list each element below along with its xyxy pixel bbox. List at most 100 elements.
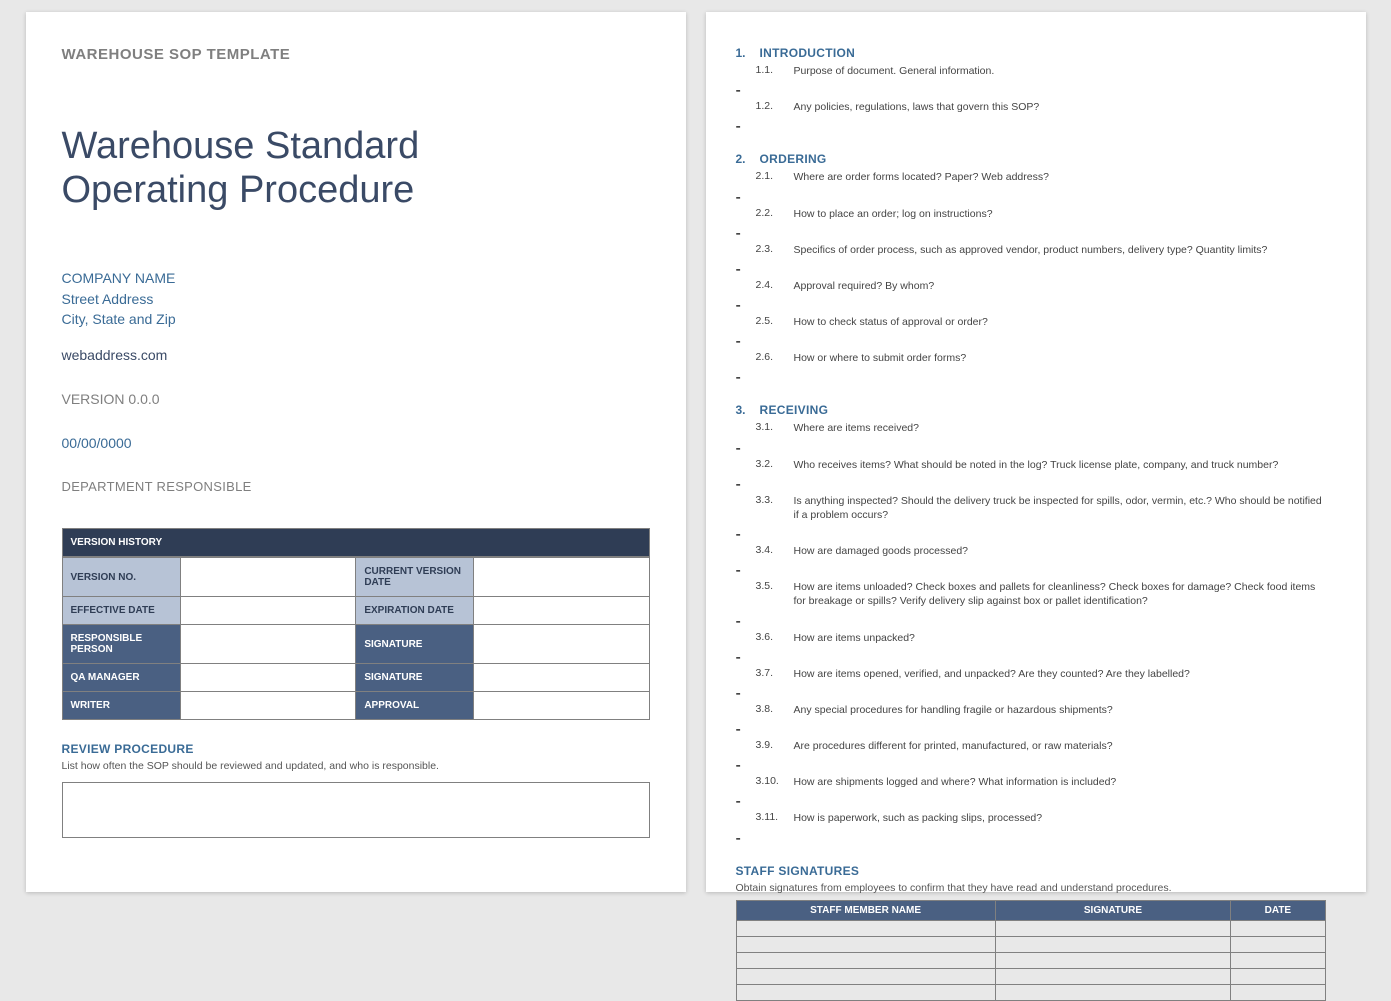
toc-item-num: 3.11. — [756, 811, 784, 823]
toc-item-num: 2.4. — [756, 279, 784, 291]
toc-item: 3.2. Who receives items? What should be n… — [736, 458, 1326, 472]
toc-item-num: 3.2. — [756, 458, 784, 470]
toc-item: 3.11.How is paperwork, such as packing s… — [736, 811, 1326, 825]
review-box[interactable] — [62, 782, 650, 838]
toc-item-num: 3.1. — [756, 421, 784, 433]
table-of-contents: 1.INTRODUCTION1.1.Purpose of document. G… — [736, 46, 1326, 848]
staff-heading: STAFF SIGNATURES — [736, 864, 1326, 878]
vhist-label: QA MANAGER — [62, 664, 180, 692]
toc-item: 3.10.How are shipments logged and where?… — [736, 775, 1326, 789]
staff-cell-date[interactable] — [1231, 968, 1325, 984]
toc-item-text: Any policies, regulations, laws that gov… — [794, 100, 1040, 114]
staff-col-signature: SIGNATURE — [995, 900, 1231, 920]
toc-item-num: 3.5. — [756, 580, 784, 592]
toc-item: 3.3.Is anything inspected? Should the de… — [736, 494, 1326, 522]
toc-section: 1.INTRODUCTION1.1.Purpose of document. G… — [736, 46, 1326, 136]
vhist-header: VERSION HISTORY — [62, 529, 649, 557]
company-city: City, State and Zip — [62, 309, 650, 329]
staff-cell-signature[interactable] — [995, 952, 1231, 968]
staff-cell-name[interactable] — [736, 968, 995, 984]
vhist-value[interactable] — [180, 558, 356, 597]
vhist-label: RESPONSIBLE PERSON — [62, 625, 180, 664]
vhist-value[interactable] — [473, 597, 649, 625]
toc-item-dash: - — [736, 721, 1326, 739]
toc-item-dash: - — [736, 118, 1326, 136]
vhist-label: CURRENT VERSION DATE — [356, 558, 473, 597]
staff-cell-name[interactable] — [736, 984, 995, 1000]
toc-item-text: Where are order forms located? Paper? We… — [794, 170, 1049, 184]
toc-item: 1.2.Any policies, regulations, laws that… — [736, 100, 1326, 114]
date-label: 00/00/0000 — [62, 435, 650, 451]
toc-item: 2.1. Where are order forms located? Paper… — [736, 170, 1326, 184]
staff-cell-date[interactable] — [1231, 952, 1325, 968]
toc-item-dash: - — [736, 757, 1326, 775]
template-heading: WAREHOUSE SOP TEMPLATE — [62, 46, 650, 63]
toc-item: 3.7.How are items opened, verified, and … — [736, 667, 1326, 681]
vhist-label: EXPIRATION DATE — [356, 597, 473, 625]
title-line-1: Warehouse Standard — [62, 125, 420, 167]
toc-item: 2.4. Approval required? By whom? — [736, 279, 1326, 293]
staff-cell-date[interactable] — [1231, 984, 1325, 1000]
toc-item-num: 2.6. — [756, 351, 784, 363]
toc-section-title: RECEIVING — [760, 403, 829, 417]
staff-cell-signature[interactable] — [995, 936, 1231, 952]
toc-item-text: Is anything inspected? Should the delive… — [794, 494, 1326, 522]
toc-item-text: Purpose of document. General information… — [794, 64, 995, 78]
staff-cell-name[interactable] — [736, 920, 995, 936]
toc-item-text: How are items unpacked? — [794, 631, 915, 645]
toc-item-num: 2.3. — [756, 243, 784, 255]
toc-item-text: Any special procedures for handling frag… — [794, 703, 1113, 717]
staff-cell-name[interactable] — [736, 936, 995, 952]
toc-item-dash: - — [736, 440, 1326, 458]
staff-cell-name[interactable] — [736, 952, 995, 968]
toc-item-dash: - — [736, 613, 1326, 631]
staff-cell-signature[interactable] — [995, 984, 1231, 1000]
toc-item-dash: - — [736, 793, 1326, 811]
toc-section-title: INTRODUCTION — [760, 46, 856, 60]
vhist-label: EFFECTIVE DATE — [62, 597, 180, 625]
vhist-value[interactable] — [180, 692, 356, 720]
company-name: COMPANY NAME — [62, 268, 650, 288]
vhist-value[interactable] — [473, 625, 649, 664]
toc-item-dash: - — [736, 225, 1326, 243]
toc-item: 3.1.Where are items received? — [736, 421, 1326, 435]
toc-item-num: 3.10. — [756, 775, 784, 787]
title-line-2: Operating Procedure — [62, 169, 415, 211]
toc-item: 2.3.Specifics of order process, such as … — [736, 243, 1326, 257]
vhist-value[interactable] — [473, 692, 649, 720]
vhist-value[interactable] — [473, 664, 649, 692]
vhist-value[interactable] — [473, 558, 649, 597]
toc-item-dash: - — [736, 369, 1326, 387]
staff-cell-signature[interactable] — [995, 968, 1231, 984]
company-web: webaddress.com — [62, 347, 650, 363]
toc-item: 3.9.Are procedures different for printed… — [736, 739, 1326, 753]
toc-item-dash: - — [736, 685, 1326, 703]
review-heading: REVIEW PROCEDURE — [62, 742, 650, 756]
department-label: DEPARTMENT RESPONSIBLE — [62, 479, 650, 494]
staff-col-date: DATE — [1231, 900, 1325, 920]
vhist-label: WRITER — [62, 692, 180, 720]
staff-cell-signature[interactable] — [995, 920, 1231, 936]
toc-item-num: 3.7. — [756, 667, 784, 679]
toc-item-text: Approval required? By whom? — [794, 279, 935, 293]
toc-item-num: 3.8. — [756, 703, 784, 715]
toc-section-num: 2. — [736, 152, 752, 166]
toc-item-text: Who receives items? What should be noted… — [794, 458, 1279, 472]
toc-section: 3. RECEIVING 3.1.Where are items received?… — [736, 403, 1326, 847]
toc-item: 3.8. Any special procedures for handling … — [736, 703, 1326, 717]
toc-item: 2.2.How to place an order; log on instru… — [736, 207, 1326, 221]
toc-item-dash: - — [736, 82, 1326, 100]
toc-section-num: 3. — [736, 403, 752, 417]
staff-cell-date[interactable] — [1231, 920, 1325, 936]
staff-table: STAFF MEMBER NAME SIGNATURE DATE — [736, 900, 1326, 1001]
vhist-value[interactable] — [180, 625, 356, 664]
toc-item-num: 2.5. — [756, 315, 784, 327]
toc-item-text: How or where to submit order forms? — [794, 351, 967, 365]
vhist-value[interactable] — [180, 597, 356, 625]
toc-item: 1.1.Purpose of document. General informa… — [736, 64, 1326, 78]
toc-item-dash: - — [736, 830, 1326, 848]
toc-item-num: 2.1. — [756, 170, 784, 182]
toc-item-dash: - — [736, 297, 1326, 315]
vhist-value[interactable] — [180, 664, 356, 692]
staff-cell-date[interactable] — [1231, 936, 1325, 952]
